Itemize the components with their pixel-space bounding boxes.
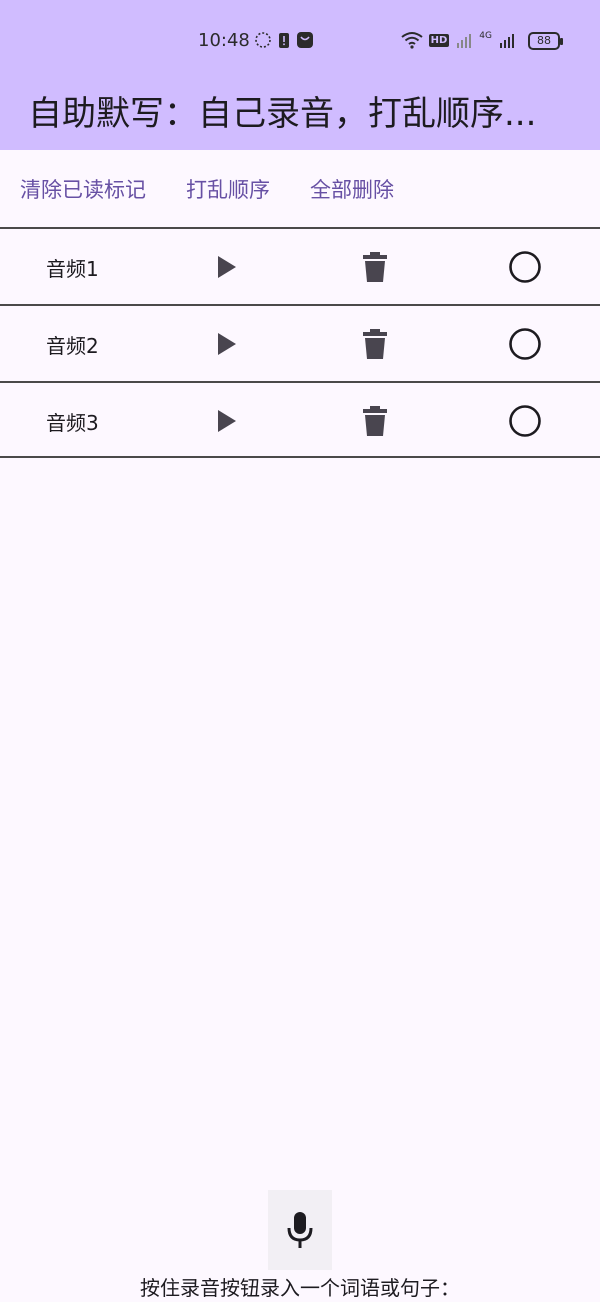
microphone-icon xyxy=(287,1212,313,1248)
play-icon[interactable] xyxy=(209,249,245,285)
trash-icon[interactable] xyxy=(357,249,393,285)
read-status-circle-icon[interactable] xyxy=(507,326,543,362)
signal-weak-icon xyxy=(457,34,472,48)
clear-read-marks-button[interactable]: 清除已读标记 xyxy=(20,174,146,204)
recording-list: 音频1 音频2 音频3 xyxy=(0,227,600,458)
status-icons-left xyxy=(254,31,314,49)
battery-indicator: 88 xyxy=(528,32,563,50)
list-item: 音频3 xyxy=(0,381,600,458)
record-hint-text: 按住录音按钮录入一个词语或句子： xyxy=(140,1276,460,1300)
delete-all-button[interactable]: 全部删除 xyxy=(310,174,394,204)
status-bar: 10:48 HD 4G 88 xyxy=(0,0,600,80)
recording-label: 音频1 xyxy=(46,257,99,281)
read-status-circle-icon[interactable] xyxy=(507,249,543,285)
play-icon[interactable] xyxy=(209,403,245,439)
toolbar: 清除已读标记 打乱顺序 全部删除 xyxy=(0,150,600,227)
page-title: 自助默写：自己录音，打乱顺序... xyxy=(28,94,537,134)
status-icons-right: HD 4G xyxy=(401,31,516,49)
list-item: 音频2 xyxy=(0,304,600,381)
loading-icon xyxy=(255,32,271,48)
recording-label: 音频3 xyxy=(46,411,99,435)
battery-alert-icon xyxy=(279,33,289,48)
shopping-bag-icon xyxy=(297,32,313,48)
shuffle-button[interactable]: 打乱顺序 xyxy=(186,174,270,204)
app-root: 10:48 HD 4G 88 自助默写：自己录音，打乱顺序... 清除已读标记 … xyxy=(0,0,600,1302)
read-status-circle-icon[interactable] xyxy=(507,403,543,439)
recording-label: 音频2 xyxy=(46,334,99,358)
list-item: 音频1 xyxy=(0,227,600,304)
status-time: 10:48 xyxy=(198,30,250,51)
hd-badge: HD xyxy=(428,33,450,47)
app-bar: 自助默写：自己录音，打乱顺序... xyxy=(0,80,600,150)
play-icon[interactable] xyxy=(209,326,245,362)
wifi-icon xyxy=(401,32,423,49)
record-button[interactable] xyxy=(268,1190,332,1270)
trash-icon[interactable] xyxy=(357,326,393,362)
signal-icon xyxy=(500,34,514,48)
network-type: 4G xyxy=(479,31,492,41)
trash-icon[interactable] xyxy=(357,403,393,439)
